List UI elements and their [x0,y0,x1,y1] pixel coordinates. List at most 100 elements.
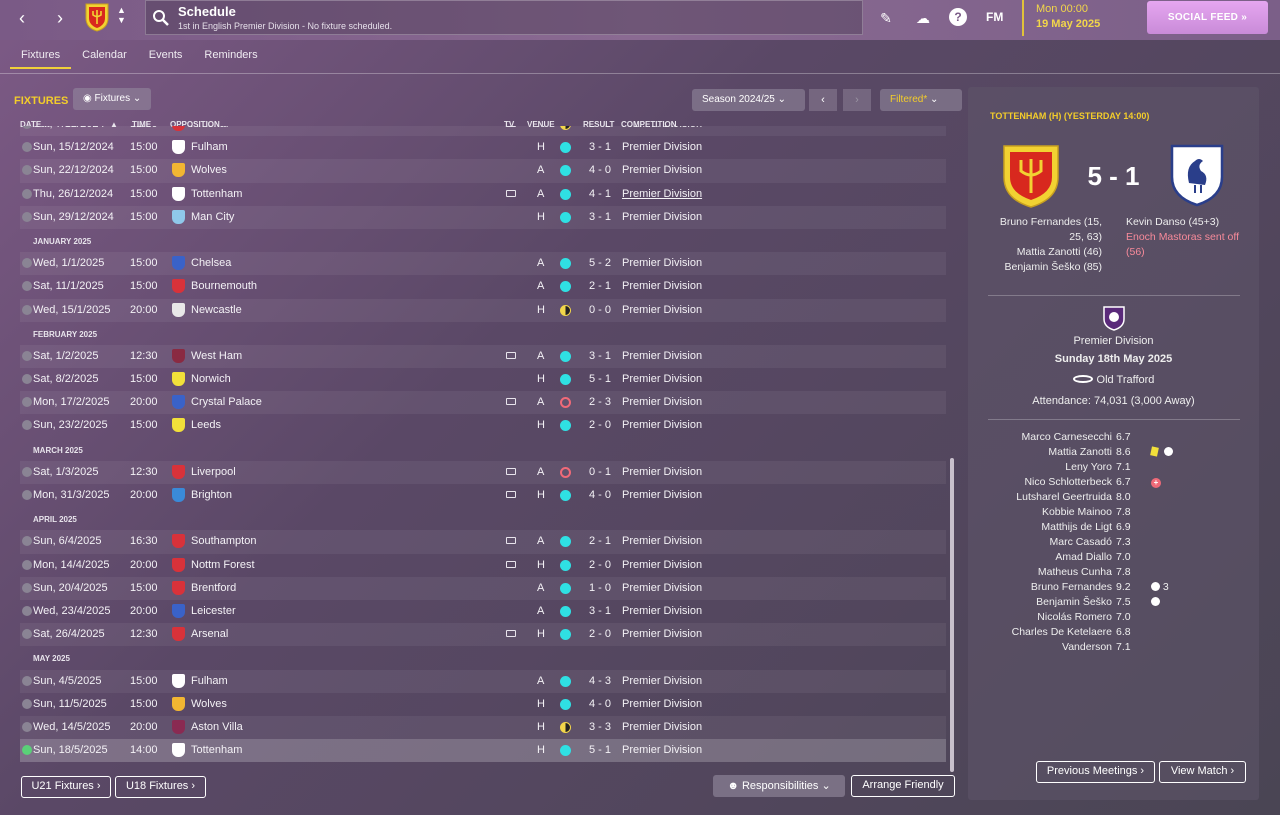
tab-fixtures[interactable]: Fixtures [10,44,72,69]
fixture-score[interactable]: 2 - 3 [589,396,611,408]
fixture-opponent[interactable]: Leeds [191,419,221,431]
fixture-score[interactable]: 4 - 0 [589,698,611,710]
fixture-score[interactable]: 3 - 1 [589,211,611,223]
fixture-row[interactable]: Sat, 8/2/2025 15:00 Norwich H 5 - 1 Prem… [20,368,946,391]
u21-fixtures-button[interactable]: U21 Fixtures › [21,776,111,798]
fixture-score[interactable]: 5 - 2 [589,257,611,269]
fixture-opponent[interactable]: Aston Villa [191,721,243,733]
fixture-score[interactable]: 4 - 1 [589,188,611,200]
social-feed-button[interactable]: SOCIAL FEED » [1147,1,1268,34]
player-name[interactable]: Benjamin Šeško [1036,596,1112,608]
fixture-score[interactable]: 4 - 3 [589,675,611,687]
fixture-row[interactable]: Sun, 20/4/2025 15:00 Brentford A 1 - 0 P… [20,576,946,600]
fixture-row[interactable]: Sat, 1/3/2025 12:30 Liverpool A 0 - 1 Pr… [20,460,946,484]
player-name[interactable]: Nico Schlotterbeck [1024,476,1112,488]
fixture-row[interactable]: Wed, 15/1/2025 20:00 Newcastle H 0 - 0 P… [20,298,946,322]
fixture-score[interactable]: 1 - 1 [589,126,611,130]
fixture-row[interactable]: Sun, 15/12/2024 15:00 Fulham H 3 - 1 Pre… [20,136,946,159]
fixture-row[interactable]: Wed, 23/4/2025 20:00 Leicester A 3 - 1 P… [20,600,946,623]
fixture-row[interactable]: Sun, 4/5/2025 15:00 Fulham A 4 - 3 Premi… [20,669,946,693]
fixture-competition[interactable]: Premier Division [622,698,702,710]
player-rating-row[interactable]: Vanderson 7.1 [988,640,1248,655]
fixture-opponent[interactable]: Arsenal [191,628,228,640]
game-date[interactable]: Mon 00:00 19 May 2025 [1022,0,1134,36]
fixture-competition[interactable]: Premier Division [622,466,702,478]
tab-reminders[interactable]: Reminders [193,44,268,69]
fixture-opponent[interactable]: Chelsea [191,257,231,269]
fixture-competition[interactable]: Premier Division [622,141,702,153]
player-name[interactable]: Marc Casadó [1050,536,1112,548]
fixture-competition[interactable]: Premier Division [622,535,702,547]
scrollbar[interactable] [950,458,954,772]
fixture-competition[interactable]: Premier Division [622,675,702,687]
fixture-row[interactable]: Sun, 18/5/2025 14:00 Tottenham H 5 - 1 P… [20,739,946,763]
fixture-row[interactable]: Sat, 7/12/2024 12:30 Arsenal A 1 - 1 Pre… [20,126,946,137]
fixture-opponent[interactable]: Crystal Palace [191,396,262,408]
fixture-competition[interactable]: Premier Division [622,188,702,200]
player-rating-row[interactable]: Mattia Zanotti 8.6 [988,445,1248,460]
player-name[interactable]: Amad Diallo [1055,551,1112,563]
season-dropdown[interactable]: Season 2024/25 ⌄ [692,89,805,111]
filter-dropdown[interactable]: Filtered* ⌄ [880,89,962,111]
fixture-row[interactable]: Sun, 11/5/2025 15:00 Wolves H 4 - 0 Prem… [20,693,946,716]
fixture-competition[interactable]: Premier Division [622,582,702,594]
fixture-score[interactable]: 2 - 0 [589,628,611,640]
fixture-score[interactable]: 1 - 0 [589,582,611,594]
player-name[interactable]: Vanderson [1062,641,1112,653]
tab-calendar[interactable]: Calendar [71,44,138,69]
back-arrow-icon[interactable]: ‹ [9,7,35,29]
player-rating-row[interactable]: Leny Yoro 7.1 [988,460,1248,475]
fixture-row[interactable]: Mon, 14/4/2025 20:00 Nottm Forest H 2 - … [20,554,946,577]
player-rating-row[interactable]: Bruno Fernandes 9.2 3 [988,580,1248,595]
fixture-opponent[interactable]: Leicester [191,605,236,617]
fixture-opponent[interactable]: Wolves [191,698,227,710]
player-name[interactable]: Lutsharel Geertruida [1016,491,1112,503]
previous-meetings-button[interactable]: Previous Meetings › [1036,761,1155,783]
fixture-row[interactable]: Thu, 26/12/2024 15:00 Tottenham A 4 - 1 … [20,183,946,206]
fixture-competition[interactable]: Premier Division [622,559,702,571]
fixture-opponent[interactable]: Southampton [191,535,256,547]
fixture-competition[interactable]: Premier Division [622,605,702,617]
fixture-competition[interactable]: Premier Division [622,126,702,130]
fixture-row[interactable]: Sun, 29/12/2024 15:00 Man City H 3 - 1 P… [20,205,946,229]
fixture-row[interactable]: Mon, 17/2/2025 20:00 Crystal Palace A 2 … [20,391,946,415]
arrange-friendly-button[interactable]: Arrange Friendly [851,775,955,797]
fixture-opponent[interactable]: West Ham [191,350,242,362]
fixture-opponent[interactable]: Norwich [191,373,231,385]
tab-events[interactable]: Events [138,44,194,69]
player-name[interactable]: Mattia Zanotti [1048,446,1112,458]
club-switch-icon[interactable]: ▲ ▼ [117,5,126,25]
fixture-score[interactable]: 3 - 1 [589,605,611,617]
view-match-button[interactable]: View Match › [1159,761,1246,783]
fixture-score[interactable]: 2 - 1 [589,535,611,547]
fixture-opponent[interactable]: Wolves [191,164,227,176]
player-name[interactable]: Marco Carnesecchi [1022,431,1112,443]
fixture-score[interactable]: 3 - 3 [589,721,611,733]
fixture-score[interactable]: 3 - 1 [589,141,611,153]
player-name[interactable]: Nicolás Romero [1037,611,1112,623]
fm-logo[interactable]: FM [986,10,1003,24]
player-name[interactable]: Charles De Ketelaere [1012,626,1112,638]
fixture-opponent[interactable]: Nottm Forest [191,559,255,571]
fixture-competition[interactable]: Premier Division [622,164,702,176]
club-badge-icon[interactable] [84,2,110,32]
fixture-opponent[interactable]: Arsenal [191,126,228,130]
pen-icon[interactable]: ✎ [876,8,896,28]
player-name[interactable]: Bruno Fernandes [1031,581,1112,593]
fixtures-dropdown[interactable]: ◉ Fixtures ⌄ [73,88,152,110]
fixture-row[interactable]: Sat, 11/1/2025 15:00 Bournemouth A 2 - 1… [20,275,946,298]
fixture-competition[interactable]: Premier Division [622,280,702,292]
player-name[interactable]: Matheus Cunha [1038,566,1112,578]
fixture-opponent[interactable]: Bournemouth [191,280,257,292]
fixture-score[interactable]: 3 - 1 [589,350,611,362]
fixture-row[interactable]: Sun, 23/2/2025 15:00 Leeds H 2 - 0 Premi… [20,414,946,437]
help-icon[interactable]: ? [949,8,967,26]
fixture-opponent[interactable]: Liverpool [191,466,236,478]
search-bar[interactable]: Schedule 1st in English Premier Division… [145,0,863,35]
responsibilities-button[interactable]: ☻ Responsibilities ⌄ [713,775,845,797]
player-rating-row[interactable]: Marco Carnesecchi 6.7 [988,430,1248,445]
u18-fixtures-button[interactable]: U18 Fixtures › [115,776,206,798]
brain-icon[interactable]: ☁ [913,8,933,28]
fixture-opponent[interactable]: Tottenham [191,188,242,200]
fixture-opponent[interactable]: Tottenham [191,744,242,756]
